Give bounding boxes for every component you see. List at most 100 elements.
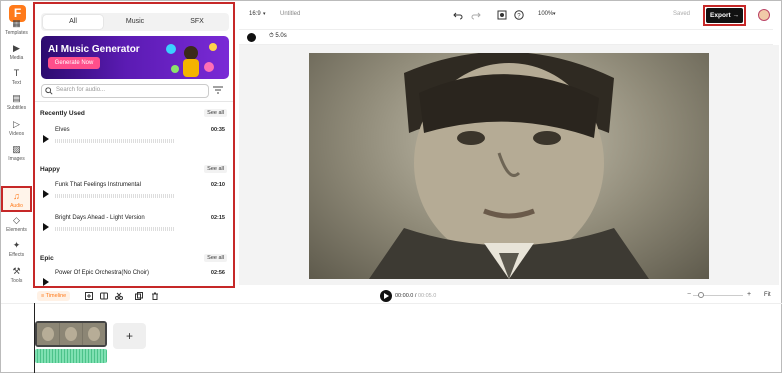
audio-panel: All Music SFX AI Music Generator Generat…: [33, 2, 235, 288]
background-color-button[interactable]: [247, 33, 256, 42]
sidebar-item-label: Text: [11, 80, 22, 86]
playhead[interactable]: [34, 303, 35, 373]
audio-tabs: All Music SFX: [41, 13, 229, 31]
scissors-icon[interactable]: [115, 292, 123, 300]
delete-icon[interactable]: [151, 292, 159, 300]
see-all-recently-used[interactable]: See all: [204, 109, 227, 117]
track-item[interactable]: Elves 00:35: [41, 125, 227, 151]
media-icon: ▶: [13, 43, 20, 53]
videos-icon: ▷: [13, 119, 20, 129]
sidebar-item-images[interactable]: ▨ Images: [1, 141, 32, 167]
aspect-ratio-select[interactable]: 16:9: [249, 11, 261, 17]
track-item[interactable]: Funk That Feelings Instrumental 02:10: [41, 180, 227, 206]
export-button-highlight[interactable]: Export →: [703, 5, 746, 26]
chevron-down-icon[interactable]: ▾: [263, 11, 266, 17]
zoom-out-icon[interactable]: −: [687, 291, 691, 298]
subtitles-icon: ▤: [12, 93, 21, 103]
track-name: Elves: [55, 127, 70, 133]
avatar[interactable]: [758, 9, 770, 21]
save-status: Saved: [673, 11, 691, 17]
timeline-toggle-button[interactable]: ≡ Timeline: [37, 291, 71, 301]
track-name: Power Of Epic Orchestra(No Choir): [55, 270, 150, 276]
sidebar-item-label: Media: [9, 55, 24, 61]
screenshot-icon[interactable]: [497, 10, 507, 20]
sidebar-item-label: Audio: [10, 203, 23, 209]
undo-icon[interactable]: [453, 10, 463, 20]
track-item[interactable]: Bright Days Ahead - Light Version 02:15: [41, 213, 227, 239]
ai-music-banner[interactable]: AI Music Generator Generate Now: [41, 36, 229, 79]
sidebar-item-text[interactable]: T Text: [1, 65, 32, 91]
track-duration: 00:35: [210, 127, 225, 133]
section-title-epic: Epic: [40, 255, 54, 262]
timeline-ruler: [1, 303, 782, 304]
sidebar-item-subtitles[interactable]: ▤ Subtitles: [1, 90, 32, 116]
add-clip-button[interactable]: +: [113, 323, 146, 349]
waveform: [55, 227, 175, 231]
banner-artwork-icon: [166, 43, 217, 77]
play-icon[interactable]: [43, 223, 49, 231]
zoom-in-icon[interactable]: +: [747, 291, 751, 298]
sidebar-item-videos[interactable]: ▷ Videos: [1, 116, 32, 142]
track-duration: 02:10: [210, 182, 225, 188]
tab-music[interactable]: Music: [105, 15, 165, 29]
sidebar-item-label: Videos: [8, 131, 25, 137]
sidebar-item-templates[interactable]: ▦ Templates: [1, 15, 32, 41]
play-icon[interactable]: [43, 190, 49, 198]
sidebar-item-label: Images: [8, 156, 25, 162]
track-duration: 02:56: [210, 270, 225, 276]
sidebar-item-tools[interactable]: ⚒ Tools: [1, 263, 32, 289]
banner-title: AI Music Generator: [48, 44, 140, 55]
generate-now-button[interactable]: Generate Now: [48, 57, 100, 69]
left-rail: F ▦ Templates ▶ Media T Text ▤ Subtitles ▷ Videos…: [1, 1, 32, 289]
text-icon: T: [13, 68, 20, 78]
chevron-down-icon[interactable]: ▾: [553, 11, 556, 17]
export-button[interactable]: Export →: [706, 8, 743, 23]
add-media-icon[interactable]: [85, 292, 93, 300]
see-all-epic[interactable]: See all: [204, 254, 227, 262]
split-icon[interactable]: [100, 292, 108, 300]
fit-button[interactable]: Fit: [764, 292, 771, 298]
duration-chip[interactable]: ⏱ 5.0s: [269, 33, 287, 40]
sidebar-item-audio[interactable]: ♫ Audio: [1, 186, 32, 212]
clip-thumbnails: [37, 323, 105, 345]
waveform: [55, 139, 175, 143]
play-button[interactable]: [380, 290, 392, 302]
sidebar-item-label: Elements: [6, 227, 27, 233]
divider: [35, 101, 233, 102]
audio-search-input[interactable]: Search for audio...: [41, 84, 209, 98]
filter-icon[interactable]: [213, 86, 223, 94]
canvas-toolbar: ⏱ 5.0s: [239, 29, 773, 45]
audio-icon: ♫: [13, 191, 20, 201]
canvas-photo[interactable]: [309, 53, 709, 279]
track-item[interactable]: Power Of Epic Orchestra(No Choir) 02:56: [41, 268, 227, 286]
section-title-recently-used: Recently Used: [40, 110, 85, 117]
section-title-happy: Happy: [40, 166, 60, 173]
sidebar-item-elements[interactable]: ◇ Elements: [1, 212, 32, 238]
editor-root: F ▦ Templates ▶ Media T Text ▤ Subtitles ▷ Videos…: [0, 0, 782, 373]
track-name: Funk That Feelings Instrumental: [55, 182, 141, 188]
images-icon: ▨: [12, 144, 21, 154]
zoom-level[interactable]: 100%: [538, 11, 553, 17]
zoom-slider-handle[interactable]: [698, 292, 704, 298]
audio-clip[interactable]: [35, 349, 107, 363]
sidebar-item-label: Effects: [8, 252, 25, 258]
sidebar-item-effects[interactable]: ✦ Effects: [1, 237, 32, 263]
tab-sfx[interactable]: SFX: [167, 15, 227, 29]
track-duration: 02:15: [210, 215, 225, 221]
track-name: Bright Days Ahead - Light Version: [55, 215, 145, 221]
redo-icon[interactable]: [471, 10, 481, 20]
sidebar-item-media[interactable]: ▶ Media: [1, 40, 32, 66]
effects-icon: ✦: [12, 240, 21, 250]
sidebar-item-label: Tools: [10, 278, 23, 284]
video-clip[interactable]: [35, 321, 107, 347]
play-icon[interactable]: [43, 135, 49, 143]
help-icon[interactable]: ?: [514, 10, 524, 20]
sidebar-item-label: Subtitles: [6, 105, 27, 111]
see-all-happy[interactable]: See all: [204, 165, 227, 173]
project-title[interactable]: Untitled: [280, 11, 300, 17]
tab-all[interactable]: All: [43, 15, 103, 29]
waveform: [55, 194, 175, 198]
tools-icon: ⚒: [12, 266, 21, 276]
play-icon[interactable]: [43, 278, 49, 286]
duplicate-icon[interactable]: [135, 292, 143, 300]
